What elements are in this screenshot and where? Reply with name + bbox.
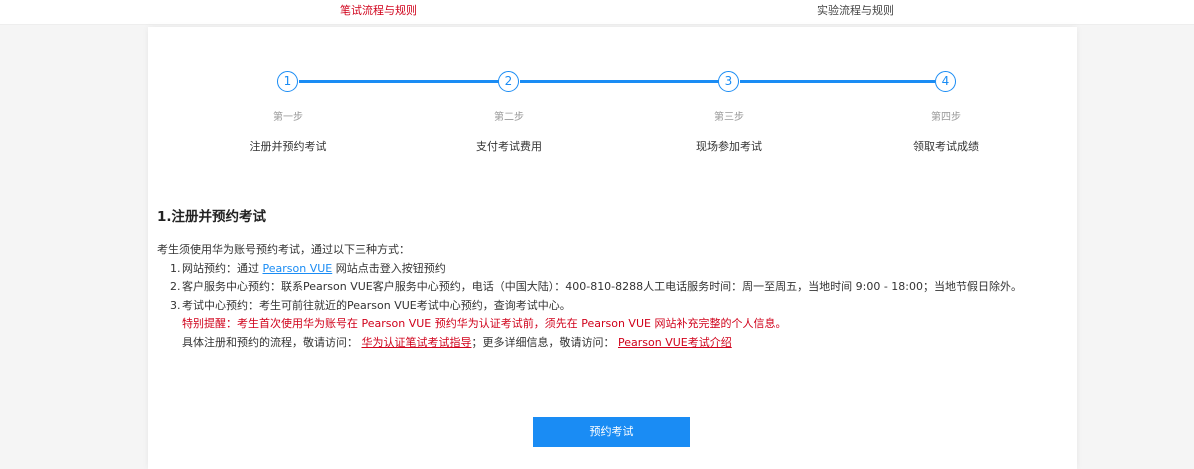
links-prefix: 具体注册和预约的流程，敬请访问： — [182, 335, 358, 349]
links-middle: ；更多详细信息，敬请访问： — [471, 335, 615, 349]
list-number: 2. — [170, 280, 181, 293]
step-2-circle: 2 — [498, 71, 519, 92]
item-text: 客户服务中心预约：联系Pearson VUE客户服务中心预约，电话（中国大陆）：… — [182, 280, 1023, 293]
step-2-sub: 第二步 — [494, 112, 524, 123]
main-card: 1 2 3 4 第一步 第二步 第三步 第四步 注册并预约考试 支付考试费用 现… — [148, 27, 1077, 469]
step-3-sub: 第三步 — [714, 112, 744, 123]
item-text: 考试中心预约：考生可前往就近的Pearson VUE考试中心预约，查询考试中心。 — [182, 298, 571, 312]
step-4-sub: 第四步 — [931, 112, 961, 123]
tab-bar: 笔试流程与规则 实验流程与规则 — [0, 0, 1194, 25]
step-4-circle: 4 — [935, 71, 956, 92]
tab-lab-exam[interactable]: 实验流程与规则 — [817, 4, 894, 18]
tab-written-exam[interactable]: 笔试流程与规则 — [340, 4, 417, 18]
pearson-vue-link[interactable]: Pearson VUE — [263, 262, 333, 275]
step-1-name: 注册并预约考试 — [249, 140, 327, 153]
huawei-exam-guide-link[interactable]: 华为认证笔试考试指导 — [362, 336, 472, 349]
step-connector — [299, 80, 507, 83]
item-text: 网站点击登入按钮预约 — [332, 261, 446, 275]
step-progress: 1 2 3 4 第一步 第二步 第三步 第四步 注册并预约考试 支付考试费用 现… — [148, 27, 1077, 177]
book-exam-button[interactable]: 预约考试 — [533, 417, 690, 447]
step-4-name: 领取考试成绩 — [913, 140, 979, 153]
list-number: 3. — [170, 298, 181, 312]
step-connector — [740, 80, 935, 83]
section-title: 1.注册并预约考试 — [157, 209, 267, 225]
list-item: 3. 考试中心预约：考生可前往就近的Pearson VUE考试中心预约，查询考试… — [170, 297, 1037, 316]
step-3-name: 现场参加考试 — [696, 140, 762, 153]
section-content: 考生须使用华为账号预约考试，通过以下三种方式： 1. 网站预约：通过 Pears… — [157, 241, 1037, 352]
intro-text: 考生须使用华为账号预约考试，通过以下三种方式： — [157, 243, 410, 256]
item-text: 网站预约：通过 — [182, 261, 263, 275]
step-1-circle: 1 — [277, 71, 298, 92]
list-number: 1. — [170, 261, 181, 275]
special-reminder: 特别提醒：考生首次使用华为账号在 Pearson VUE 预约华为认证考试前，须… — [182, 317, 787, 330]
booking-methods-list: 1. 网站预约：通过 Pearson VUE 网站点击登入按钮预约 2. 客户服… — [157, 260, 1037, 316]
step-3-circle: 3 — [718, 71, 739, 92]
list-item: 2. 客户服务中心预约：联系Pearson VUE客户服务中心预约，电话（中国大… — [170, 278, 1037, 297]
pearson-vue-intro-link[interactable]: Pearson VUE考试介绍 — [618, 336, 732, 349]
links-line: 具体注册和预约的流程，敬请访问： 华为认证笔试考试指导；更多详细信息，敬请访问：… — [157, 334, 1037, 353]
step-1-sub: 第一步 — [273, 112, 303, 123]
list-item: 1. 网站预约：通过 Pearson VUE 网站点击登入按钮预约 — [170, 260, 1037, 279]
step-2-name: 支付考试费用 — [476, 140, 542, 153]
step-connector — [520, 80, 727, 83]
